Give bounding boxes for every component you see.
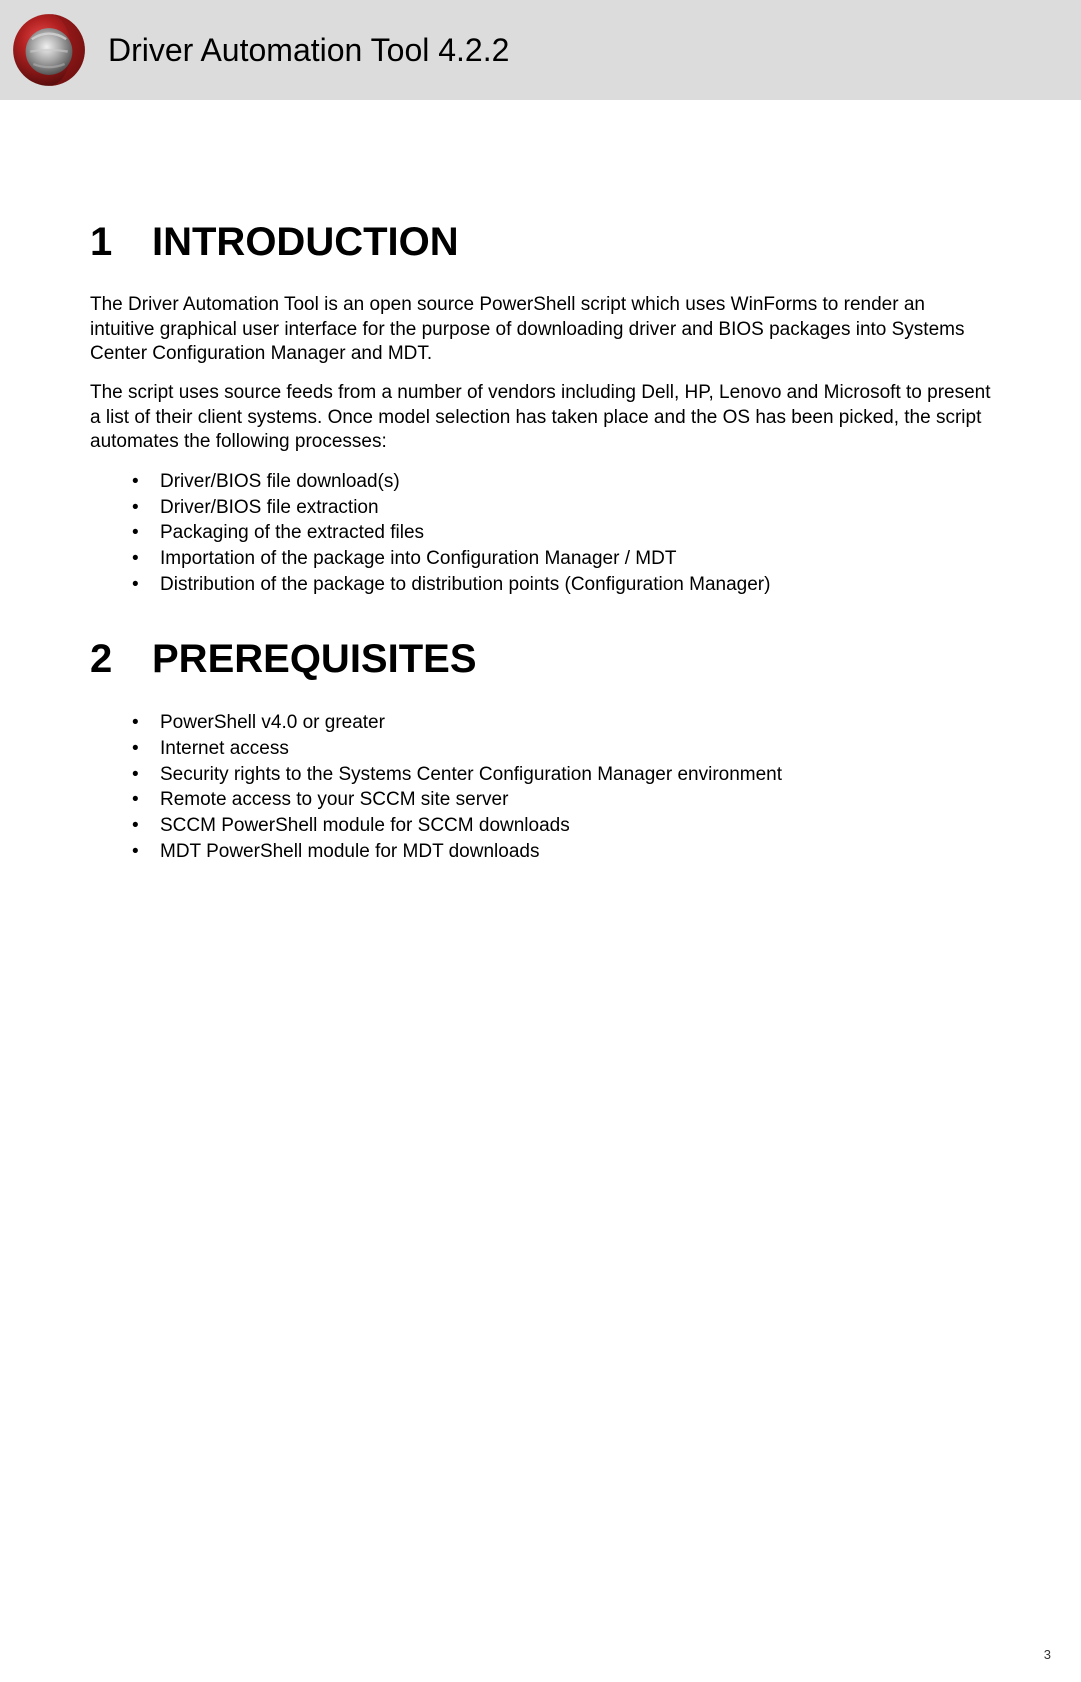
list-item: PowerShell v4.0 or greater [132, 710, 991, 736]
bullet-list-introduction: Driver/BIOS file download(s) Driver/BIOS… [90, 469, 991, 597]
paragraph: The Driver Automation Tool is an open so… [90, 293, 991, 367]
list-item: Packaging of the extracted files [132, 520, 991, 546]
page-number: 3 [1044, 1647, 1051, 1662]
section-number: 1 [90, 220, 152, 265]
list-item: Importation of the package into Configur… [132, 546, 991, 572]
document-title: Driver Automation Tool 4.2.2 [108, 32, 509, 69]
section-title: INTRODUCTION [152, 220, 459, 264]
list-item: Remote access to your SCCM site server [132, 787, 991, 813]
logo-icon [10, 11, 88, 89]
section-heading-introduction: 1INTRODUCTION [90, 220, 991, 265]
list-item: Security rights to the Systems Center Co… [132, 762, 991, 788]
list-item: Driver/BIOS file extraction [132, 495, 991, 521]
list-item: SCCM PowerShell module for SCCM download… [132, 813, 991, 839]
document-header: Driver Automation Tool 4.2.2 [0, 0, 1081, 100]
section-title: PREREQUISITES [152, 637, 477, 681]
document-body: 1INTRODUCTION The Driver Automation Tool… [0, 100, 1081, 864]
list-item: MDT PowerShell module for MDT downloads [132, 839, 991, 865]
bullet-list-prerequisites: PowerShell v4.0 or greater Internet acce… [90, 710, 991, 864]
section-heading-prerequisites: 2PREREQUISITES [90, 637, 991, 682]
paragraph: The script uses source feeds from a numb… [90, 381, 991, 455]
list-item: Driver/BIOS file download(s) [132, 469, 991, 495]
section-number: 2 [90, 637, 152, 682]
list-item: Internet access [132, 736, 991, 762]
list-item: Distribution of the package to distribut… [132, 572, 991, 598]
